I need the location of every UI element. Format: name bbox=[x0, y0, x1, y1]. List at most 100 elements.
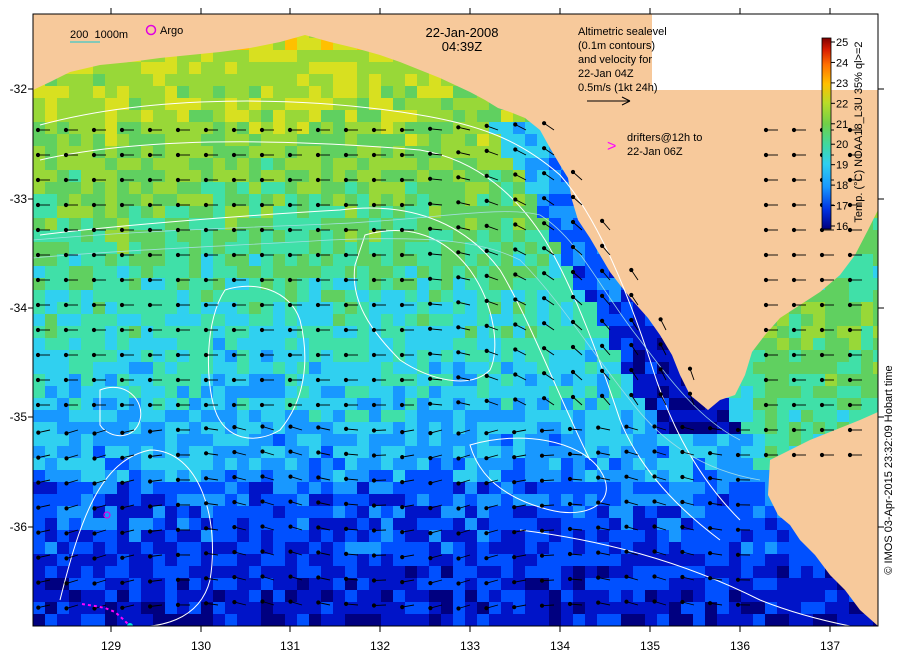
sst-cell bbox=[657, 446, 669, 458]
sst-cell bbox=[69, 434, 81, 446]
sst-cell bbox=[273, 470, 285, 482]
sst-cell bbox=[333, 422, 345, 434]
sst-cell bbox=[693, 542, 705, 554]
sst-cell bbox=[165, 338, 177, 350]
velocity-arrowhead bbox=[120, 328, 123, 331]
sst-cell bbox=[141, 266, 153, 278]
sst-cell bbox=[573, 518, 585, 530]
sst-cell bbox=[801, 578, 813, 590]
sst-cell bbox=[549, 278, 561, 290]
sst-cell bbox=[273, 206, 285, 218]
velocity-arrowhead bbox=[176, 428, 179, 431]
sst-cell bbox=[645, 506, 657, 518]
velocity-arrowhead bbox=[630, 293, 633, 296]
x-tick-label: 137 bbox=[820, 639, 840, 653]
sst-cell bbox=[165, 74, 177, 86]
sst-cell bbox=[741, 530, 753, 542]
velocity-arrowhead bbox=[653, 525, 656, 528]
sst-cell bbox=[753, 542, 765, 554]
velocity-arrowhead bbox=[288, 203, 291, 206]
sst-cell bbox=[165, 482, 177, 494]
sst-cell bbox=[105, 302, 117, 314]
sst-cell bbox=[357, 386, 369, 398]
sst-cell bbox=[561, 302, 573, 314]
sst-cell bbox=[225, 482, 237, 494]
sst-cell bbox=[165, 170, 177, 182]
sst-cell bbox=[585, 290, 597, 302]
velocity-arrowhead bbox=[64, 278, 67, 281]
sst-cell bbox=[741, 482, 753, 494]
velocity-arrowhead bbox=[543, 347, 546, 350]
sst-cell bbox=[573, 542, 585, 554]
sst-cell bbox=[45, 434, 57, 446]
velocity-arrowhead bbox=[92, 253, 95, 256]
sst-cell bbox=[369, 290, 381, 302]
sst-cell bbox=[201, 134, 213, 146]
sst-cell bbox=[33, 338, 45, 350]
sst-cell bbox=[153, 566, 165, 578]
sst-cell bbox=[357, 218, 369, 230]
sst-cell bbox=[381, 86, 393, 98]
sst-cell bbox=[633, 422, 645, 434]
sst-cell bbox=[273, 566, 285, 578]
sst-cell bbox=[777, 566, 789, 578]
velocity-arrowhead bbox=[372, 579, 375, 582]
velocity-arrowhead bbox=[848, 128, 851, 131]
velocity-arrowhead bbox=[37, 581, 40, 584]
sst-cell bbox=[417, 158, 429, 170]
velocity-arrowhead bbox=[540, 454, 543, 457]
sst-cell bbox=[789, 542, 801, 554]
sst-cell bbox=[837, 362, 849, 374]
sst-cell bbox=[345, 50, 357, 62]
sst-cell bbox=[201, 314, 213, 326]
velocity-arrowhead bbox=[401, 531, 404, 534]
velocity-arrowhead bbox=[260, 228, 263, 231]
sst-cell bbox=[777, 578, 789, 590]
sst-cell bbox=[381, 398, 393, 410]
sst-cell bbox=[189, 446, 201, 458]
sst-cell bbox=[873, 254, 885, 266]
velocity-arrowhead bbox=[260, 253, 263, 256]
velocity-arrowhead bbox=[540, 429, 543, 432]
sst-cell bbox=[537, 326, 549, 338]
sst-cell bbox=[141, 86, 153, 98]
sst-cell bbox=[297, 590, 309, 602]
sst-cell bbox=[369, 362, 381, 374]
sst-cell bbox=[465, 506, 477, 518]
sst-cell bbox=[585, 434, 597, 446]
sst-cell bbox=[513, 542, 525, 554]
velocity-arrowhead bbox=[233, 451, 236, 454]
velocity-arrowhead bbox=[36, 228, 39, 231]
sst-cell bbox=[273, 170, 285, 182]
colorbar-tick-label: 21 bbox=[836, 119, 848, 131]
velocity-arrowhead bbox=[205, 452, 208, 455]
sst-cell bbox=[129, 158, 141, 170]
sst-cell bbox=[477, 434, 489, 446]
sst-cell bbox=[393, 494, 405, 506]
sst-cell bbox=[105, 86, 117, 98]
velocity-arrowhead bbox=[792, 153, 795, 156]
velocity-arrowhead bbox=[345, 602, 348, 605]
sst-cell bbox=[681, 482, 693, 494]
sst-cell bbox=[129, 98, 141, 110]
sst-cell bbox=[741, 602, 753, 614]
sst-cell bbox=[873, 326, 885, 338]
sst-cell bbox=[225, 554, 237, 566]
sst-cell bbox=[549, 446, 561, 458]
velocity-arrowhead bbox=[625, 500, 628, 503]
sst-cell bbox=[165, 470, 177, 482]
sst-cell bbox=[873, 314, 885, 326]
velocity-arrowhead bbox=[36, 303, 39, 306]
sst-cell bbox=[249, 470, 261, 482]
y-tick-label: -35 bbox=[10, 410, 28, 424]
sst-cell bbox=[81, 458, 93, 470]
velocity-arrowhead bbox=[344, 153, 347, 156]
sst-cell bbox=[465, 206, 477, 218]
velocity-arrowhead bbox=[148, 303, 151, 306]
sst-cell bbox=[69, 362, 81, 374]
sst-cell bbox=[309, 218, 321, 230]
sst-cell bbox=[165, 530, 177, 542]
sst-cell bbox=[405, 482, 417, 494]
sst-cell bbox=[321, 206, 333, 218]
velocity-arrowhead bbox=[120, 278, 123, 281]
